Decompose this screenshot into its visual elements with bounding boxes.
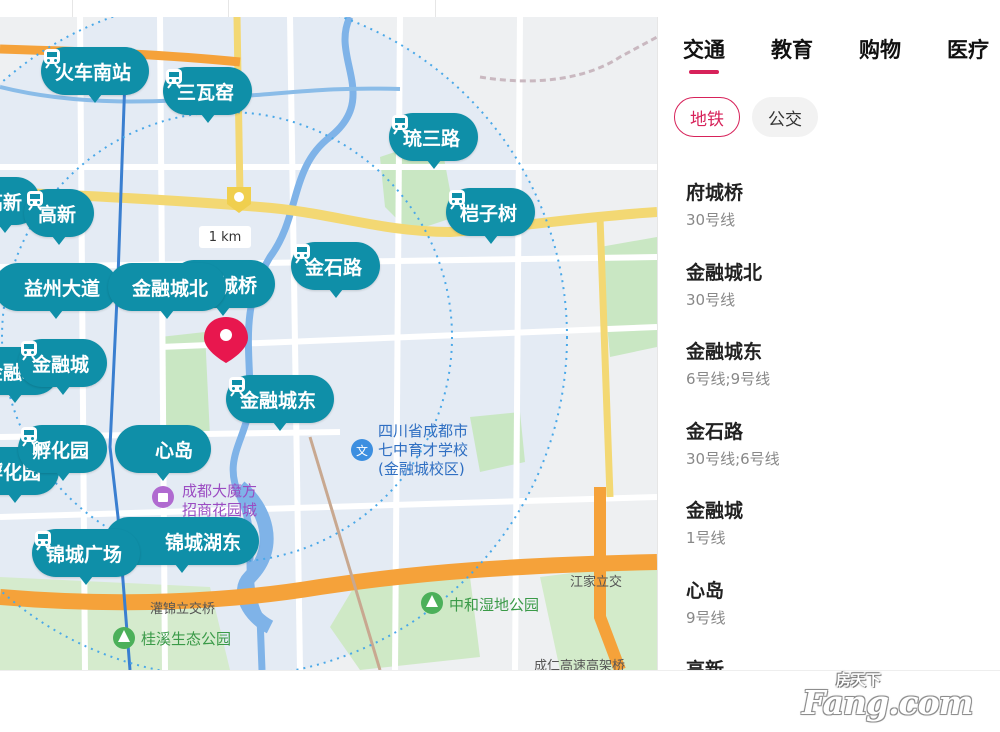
station-lines: 9号线 [686, 608, 726, 627]
station-list-item[interactable]: 金融城北 30号线 [686, 261, 780, 341]
station-lines: 6号线;9号线 [686, 370, 771, 388]
tab-shopping[interactable]: 购物 [859, 34, 901, 64]
station-list-item[interactable]: 金融城东 6号线;9号线 [686, 340, 780, 420]
metro-icon [449, 190, 465, 210]
station-pin[interactable]: 孵化园 [18, 425, 108, 481]
station-pin[interactable]: 三瓦窑 [163, 67, 253, 123]
poi-label-mall: 成都大魔方 招商花园城 [182, 482, 258, 519]
station-lines: 30号线 [686, 290, 736, 309]
park-area [0, 577, 230, 670]
station-pin-label: 金融城东 [240, 389, 317, 412]
station-pin-label: 火车南站 [55, 61, 132, 84]
station-list-item[interactable]: 金石路 30号线;6号线 [686, 420, 780, 500]
station-pin[interactable]: 锦城广场 [32, 529, 141, 585]
station-pin[interactable]: 高新 [24, 189, 95, 245]
station-pin[interactable]: 金融城 [18, 339, 108, 395]
poi-label-park: 桂溪生态公园 [141, 630, 232, 648]
poi-label-interchange: 灌锦立交桥 [150, 602, 216, 617]
station-pin-label: 金石路 [305, 256, 363, 279]
station-pin-label: 桤子树 [460, 202, 518, 225]
railway [479, 35, 657, 83]
subtab-metro[interactable]: 地铁 [674, 97, 740, 137]
map-scale: 1 km [199, 226, 251, 248]
metro-icon [294, 244, 310, 264]
toolbar-segment [228, 0, 436, 17]
station-lines: 1号线 [686, 529, 726, 547]
poi-label-school: 四川省成都市 七中育才学校 (金融城校区) [378, 422, 469, 478]
station-pin-label: 锦城广场 [46, 543, 123, 566]
station-list-item[interactable]: 金融城 1号线 [686, 499, 780, 579]
toolbar-segment [0, 0, 73, 17]
station-name: 高新 [686, 659, 725, 670]
station-list-item[interactable]: 高新 [686, 658, 780, 670]
station-pin[interactable]: 桤子树 [446, 188, 536, 244]
station-pin[interactable]: 金石路 [291, 242, 381, 298]
toolbar-segment [72, 0, 229, 17]
park-area [330, 577, 480, 670]
station-pin-label: 心岛 [155, 439, 194, 462]
top-toolbar-strip [0, 0, 1000, 18]
station-name: 金融城 [686, 500, 744, 522]
station-lines: 30号线 [686, 211, 736, 229]
station-pin-label: 高新 [0, 191, 23, 214]
watermark-brand: Fang.com [802, 683, 974, 722]
poi-label-bridge: 成仁高速高架桥 [534, 659, 626, 670]
tab-transport[interactable]: 交通 [683, 34, 725, 74]
transport-subtabs: 地铁 公交 [674, 97, 830, 137]
tab-education[interactable]: 教育 [771, 34, 813, 64]
metro-icon [44, 49, 60, 69]
metro-icon [392, 115, 408, 135]
metro-icon [166, 69, 182, 89]
station-pin[interactable]: 益州大道 [0, 263, 119, 319]
station-pin[interactable]: 火车南站 [41, 47, 150, 103]
station-name: 金融城东 [686, 341, 763, 363]
station-pin-label: 金融城 [32, 353, 90, 376]
subtab-bus[interactable]: 公交 [752, 97, 818, 137]
metro-icon [21, 341, 37, 361]
station-name: 府城桥 [686, 182, 744, 204]
station-list-item[interactable]: 府城桥 30号线 [686, 181, 780, 261]
station-list: 府城桥 30号线 金融城北 30号线 金融城东 6号线;9号线 金石路 30号线;6号线… [686, 181, 780, 670]
station-pin-label: 孵化园 [32, 439, 90, 462]
station-pin-label: 琉三路 [403, 127, 461, 150]
poi-label-park: 中和湿地公园 [449, 596, 540, 614]
station-pin-label: 金融城北 [132, 277, 209, 300]
metro-icon [21, 427, 37, 447]
watermark-logo: 房天下 Fang.com [802, 669, 982, 722]
station-pin-label: 益州大道 [24, 277, 101, 300]
metro-icon [229, 377, 245, 397]
station-pin[interactable]: 心岛 [115, 425, 212, 481]
map-view[interactable]: 文 1 km 四川省成都市 七中育才学校 (金融城校区) 成都大魔方 招商花园城… [0, 17, 657, 670]
station-pin[interactable]: 琉三路 [389, 113, 479, 169]
metro-icon [27, 191, 43, 211]
station-pin[interactable]: 金融城北 [108, 263, 227, 319]
metro-icon [35, 531, 51, 551]
station-name: 金石路 [686, 420, 744, 443]
station-name: 金融城北 [686, 261, 763, 284]
bottom-blank-area: 房天下 Fang.com [0, 670, 1000, 732]
tab-medical[interactable]: 医疗 [947, 34, 989, 64]
station-pin-label: 三瓦窑 [177, 81, 235, 104]
station-name: 心岛 [686, 579, 725, 602]
station-lines: 30号线;6号线 [686, 449, 780, 468]
station-list-item[interactable]: 心岛 9号线 [686, 579, 780, 659]
station-pin-label: 锦城湖东 [165, 531, 242, 554]
category-tabs: 交通 教育 购物 医疗 [683, 34, 1000, 74]
poi-label-interchange: 江家立交 [570, 575, 623, 590]
nearby-panel: 交通 教育 购物 医疗 地铁 公交 府城桥 30号线 金融城北 30号线 金融城东 6… [657, 17, 1000, 670]
svg-text:文: 文 [356, 443, 368, 458]
station-pin[interactable]: 金融城东 [226, 375, 335, 431]
